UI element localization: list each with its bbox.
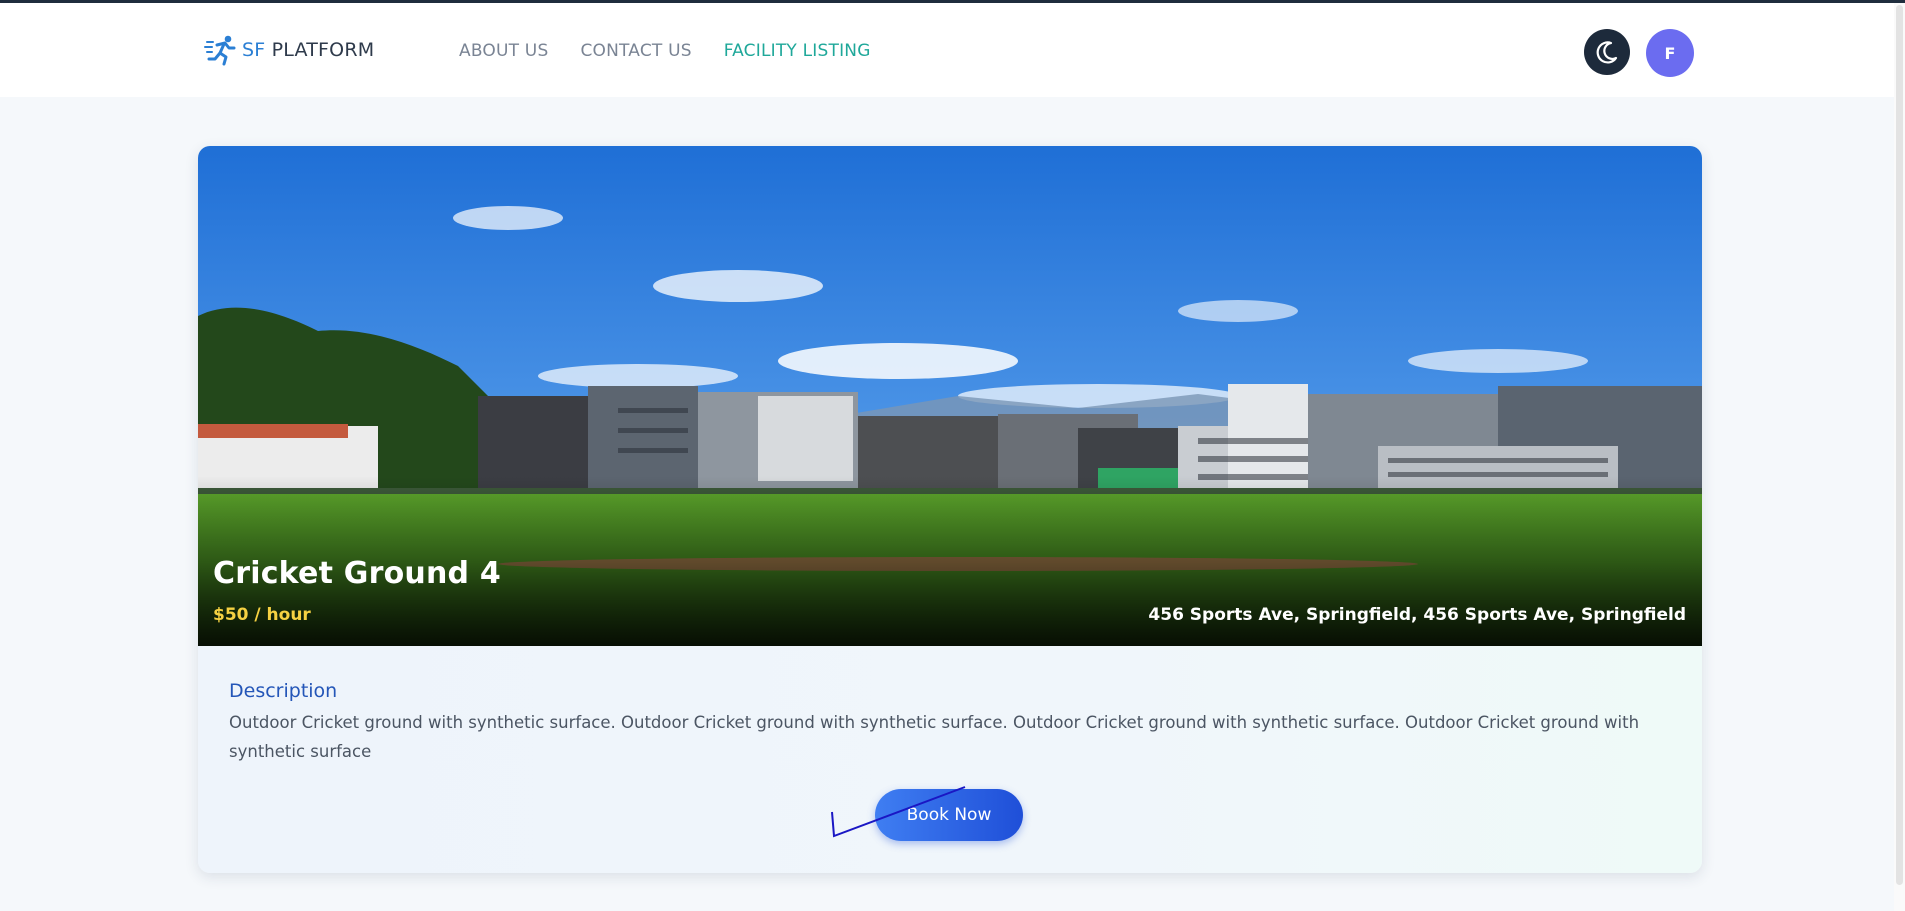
nav-about-us[interactable]: ABOUT US xyxy=(459,41,548,61)
header: SF PLATFORM ABOUT US CONTACT US FACILITY… xyxy=(0,3,1905,97)
description-heading: Description xyxy=(229,680,338,702)
description-text: Outdoor Cricket ground with synthetic su… xyxy=(229,713,1640,761)
brand-platform: PLATFORM xyxy=(271,39,375,61)
moon-icon xyxy=(1596,41,1618,64)
facility-address: 456 Sports Ave, Springfield, 456 Sports … xyxy=(1148,605,1686,625)
facility-price: $50 / hour xyxy=(213,605,311,625)
nav-contact-us[interactable]: CONTACT US xyxy=(580,41,691,61)
user-avatar[interactable]: F xyxy=(1646,29,1694,77)
facility-card: Cricket Ground 4 $50 / hour 456 Sports A… xyxy=(198,146,1702,873)
main-nav: ABOUT US CONTACT US FACILITY LISTING xyxy=(459,41,871,61)
running-person-icon xyxy=(204,35,236,66)
brand-logo[interactable]: SF PLATFORM xyxy=(204,33,374,67)
brand-name: SF PLATFORM xyxy=(242,39,374,61)
facility-image: Cricket Ground 4 $50 / hour 456 Sports A… xyxy=(198,146,1702,646)
book-now-button[interactable]: Book Now xyxy=(875,789,1023,841)
page-scrollbar-thumb[interactable] xyxy=(1896,5,1903,885)
theme-toggle-button[interactable] xyxy=(1584,29,1630,75)
nav-facility-listing[interactable]: FACILITY LISTING xyxy=(724,41,871,61)
facility-title: Cricket Ground 4 xyxy=(213,556,501,591)
brand-sf: SF xyxy=(242,39,266,61)
